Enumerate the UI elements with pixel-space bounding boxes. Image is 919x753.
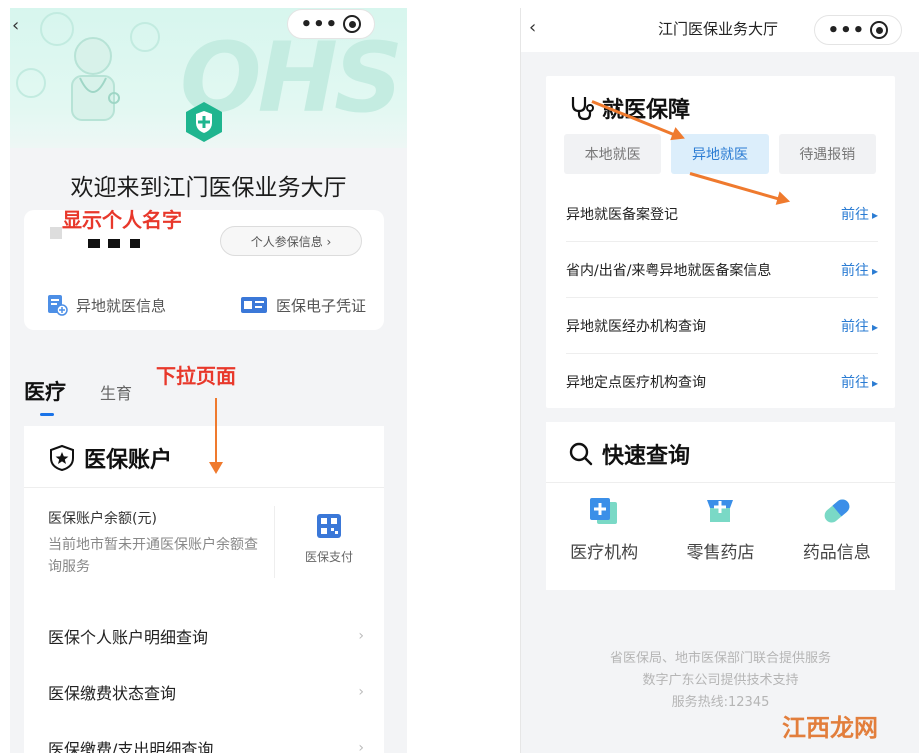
tab-local-medical[interactable]: 本地就医 [564,134,662,174]
account-header: 医保账户 [48,442,172,474]
chevron-right-icon: › [358,628,364,644]
medical-guarantee-card: 就医保障 本地就医 异地就医 待遇报销 异地就医备案登记 前往 省内/出省/来粤… [546,76,895,408]
mini-program-capsule[interactable]: ••• [814,15,902,45]
e-voucher-label: 医保电子凭证 [275,296,366,315]
watermark-logo: 江西龙网 [782,714,878,742]
go-link[interactable]: 前往 [841,316,878,336]
doctor-mascot-icon [71,37,120,121]
account-row[interactable]: 医保缴费状态查询 › [48,680,364,704]
account-row[interactable]: 医保缴费/支出明细查询 › [48,736,364,753]
go-link[interactable]: 前往 [841,204,878,224]
go-link[interactable]: 前往 [841,260,878,280]
top-bar: ‹ 江门医保业务大厅 ••• [521,8,919,52]
list-item-label: 省内/出省/来粤异地就医备案信息 [566,262,772,279]
balance-title: 医保账户余额(元) [48,511,157,527]
list-item[interactable]: 异地就医经办机构查询 前往 [566,298,878,354]
more-icon[interactable]: ••• [301,14,339,35]
account-row-label: 医保个人账户明细查询 [48,628,209,647]
quick-item-label: 零售药店 [686,543,755,563]
quick-query-title: 快速查询 [602,444,691,469]
right-phone-screen: ‹ 江门医保业务大厅 ••• 就医保障 本地就医 异地就医 待遇报销 异地就医备… [520,8,919,753]
footer-line: 省医保局、地市医保部门联合提供服务 [609,651,831,666]
pharmacy-icon [707,500,734,522]
tab-maternity[interactable]: 生育 [100,380,132,406]
welcome-heading: 欢迎来到江门医保业务大厅 [70,175,347,201]
account-row-label: 医保缴费/支出明细查询 [48,740,214,753]
shield-star-icon [50,444,74,472]
quick-query-header: 快速查询 [568,438,690,470]
mini-program-capsule[interactable]: ••• [287,9,375,39]
left-phone-screen: OHS ‹ ••• 欢迎来到江门医保业务大厅 个人参保信息 › 异地就医信息 医… [10,8,407,753]
remote-medical-info-label: 异地就医信息 [76,296,167,315]
go-link[interactable]: 前往 [841,372,878,392]
pill-icon [824,499,850,523]
deco-circle [130,22,160,52]
account-row-label: 医保缴费状态查询 [48,684,177,703]
quick-query-card: 快速查询 医疗机构 零售药店 药品信息 [546,422,895,590]
annotation-show-name: 显示个人名字 [62,208,182,232]
medical-shield-icon [186,102,222,142]
e-voucher-link[interactable]: 医保电子凭证 [240,294,366,316]
quick-item-label: 医疗机构 [570,543,639,563]
divider [546,482,895,483]
medical-guarantee-tabs: 本地就医 异地就医 待遇报销 [564,134,876,174]
page-title: 江门医保业务大厅 [657,20,778,38]
annotation-scroll-down: 下拉页面 [156,364,236,388]
more-icon[interactable]: ••• [828,20,866,41]
footer: 省医保局、地市医保部门联合提供服务 数字广东公司提供技术支持 服务热线:1234… [521,648,919,714]
list-item-label: 异地就医备案登记 [566,206,678,223]
quick-query-items: 医疗机构 零售药店 药品信息 [546,494,895,563]
footer-line: 数字广东公司提供技术支持 [642,673,799,688]
tab-reimbursement[interactable]: 待遇报销 [778,134,876,174]
account-row[interactable]: 医保个人账户明细查询 › [48,624,364,648]
back-icon[interactable]: ‹ [12,15,19,36]
list-item[interactable]: 异地定点医疗机构查询 前往 [566,354,878,410]
annotation-arrow-down [209,398,223,474]
account-card: 医保账户 医保账户余额(元) 当前地市暂未开通医保账户余额查询服务 医保支付 医… [24,426,384,753]
remote-medical-info-link[interactable]: 异地就医信息 [46,294,166,316]
chevron-right-icon: › [358,740,364,753]
account-title: 医保账户 [84,448,173,473]
medical-pay-button[interactable]: 医保支付 [294,512,364,565]
close-target-icon[interactable] [870,21,889,39]
stethoscope-icon [571,97,594,121]
list-item-label: 异地就医经办机构查询 [566,318,706,335]
search-icon [569,442,593,466]
tab-medical[interactable]: 医疗 [24,376,66,416]
close-target-icon[interactable] [343,15,362,33]
chevron-right-icon: › [358,684,364,700]
hospital-icon [590,498,618,524]
drug-info-button[interactable]: 药品信息 [787,494,887,563]
medical-guarantee-title: 就医保障 [602,98,691,123]
medical-guarantee-header: 就医保障 [568,92,690,124]
balance-note: 当前地市暂未开通医保账户余额查询服务 [48,537,258,575]
deco-circle [16,68,46,98]
quick-item-label: 药品信息 [802,543,871,563]
medical-institution-button[interactable]: 医疗机构 [554,494,654,563]
id-card-icon [240,297,267,313]
list-item[interactable]: 省内/出省/来粤异地就医备案信息 前往 [566,242,878,298]
document-icon [48,295,68,316]
list-item-label: 异地定点医疗机构查询 [566,375,706,391]
list-item[interactable]: 异地就医备案登记 前往 [566,186,878,242]
qr-code-icon [317,514,341,538]
pharmacy-button[interactable]: 零售药店 [670,494,770,563]
screenshot-stage: OHS ‹ ••• 欢迎来到江门医保业务大厅 个人参保信息 › 异地就医信息 医… [0,0,919,753]
category-tabs: 医疗 生育 [24,376,132,416]
tab-remote-medical[interactable]: 异地就医 [671,134,769,174]
divider [274,506,275,578]
divider [24,487,384,488]
insured-info-button[interactable]: 个人参保信息 › [220,226,362,256]
medical-pay-label: 医保支付 [304,550,353,564]
user-quick-links: 异地就医信息 医保电子凭证 [24,294,384,316]
